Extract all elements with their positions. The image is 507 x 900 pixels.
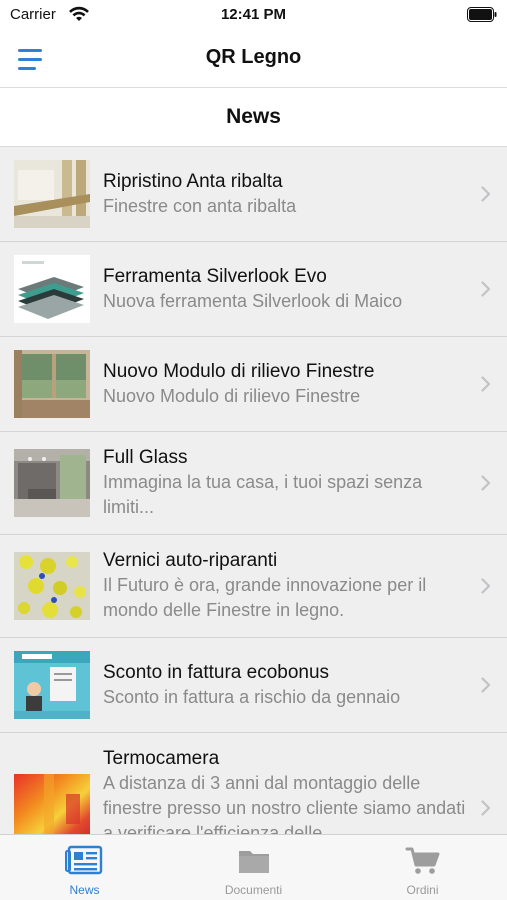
news-title: Ferramenta Silverlook Evo [103,265,327,287]
news-title: Termocamera [103,748,220,769]
cart-icon [405,847,439,874]
tab-ordini[interactable]: Ordini [338,835,507,900]
news-subtitle: Immagina la tua casa, i tuoi spazi senza… [103,472,423,517]
tab-documenti[interactable]: Documenti [169,835,338,900]
news-subtitle: Finestre con anta ribalta [103,195,297,216]
news-title: Sconto in fattura ecobonus [103,661,330,683]
chevron-right-icon [481,376,491,392]
chevron-right-icon [481,281,491,297]
window-tilt-thumbnail [14,160,90,228]
tab-label: Documenti [224,883,283,897]
tab-news[interactable]: News [0,835,169,900]
news-subtitle: A distanza di 3 anni dal montaggio delle… [103,773,466,834]
chevron-right-icon [481,186,491,202]
chevron-right-icon [481,800,491,816]
news-title: Ripristino Anta ribalta [103,170,283,192]
hardware-layers-thumbnail [14,255,90,323]
news-subtitle: Nuovo Modulo di rilievo Finestre [103,385,361,406]
news-title: Nuovo Modulo di rilievo Finestre [103,360,375,382]
news-row-ferramenta-silverlook[interactable]: Ferramenta Silverlook Evo Nuova ferramen… [0,242,507,337]
interior-glass-thumbnail [14,449,90,517]
tab-label: Ordini [406,883,439,897]
thermal-camera-thumbnail [14,774,90,834]
news-row-sconto-ecobonus[interactable]: Sconto in fattura ecobonus Sconto in fat… [0,638,507,733]
newspaper-icon [64,845,102,875]
status-time: 12:41 PM [220,6,287,23]
chevron-right-icon [481,677,491,693]
section-header: News [0,89,507,147]
news-title: Vernici auto-riparanti [103,550,278,571]
news-row-ripristino-anta-ribalta[interactable]: Ripristino Anta ribalta Finestre con ant… [0,147,507,242]
news-row-vernici-auto-riparanti[interactable]: Vernici auto-riparanti Il Futuro è ora, … [0,535,507,638]
navigation-bar: QR Legno [0,30,507,88]
chevron-right-icon [481,578,491,594]
window-view-thumbnail [14,350,90,418]
news-subtitle: Nuova ferramenta Silverlook di Maico [103,290,403,311]
section-title: News [226,105,281,128]
status-bar: Carrier 12:41 PM [0,0,507,30]
ecobonus-document-thumbnail [14,651,90,719]
news-row-modulo-rilievo[interactable]: Nuovo Modulo di rilievo Finestre Nuovo M… [0,337,507,432]
chevron-right-icon [481,475,491,491]
news-subtitle: Il Futuro è ora, grande innovazione per … [103,575,427,620]
news-title: Full Glass [103,447,188,468]
news-list[interactable]: Ripristino Anta ribalta Finestre con ant… [0,147,507,834]
news-row-full-glass[interactable]: Full Glass Immagina la tua casa, i tuoi … [0,432,507,535]
news-row-termocamera[interactable]: Termocamera A distanza di 3 anni dal mon… [0,733,507,834]
folder-icon [238,851,269,873]
paint-spheres-thumbnail [14,552,90,620]
battery-icon [467,7,497,22]
tab-bar: News Documenti Ordini [0,834,507,900]
app-title: QR Legno [205,46,302,68]
tab-label: News [69,883,100,897]
news-subtitle: Sconto in fattura a rischio da gennaio [103,686,401,707]
